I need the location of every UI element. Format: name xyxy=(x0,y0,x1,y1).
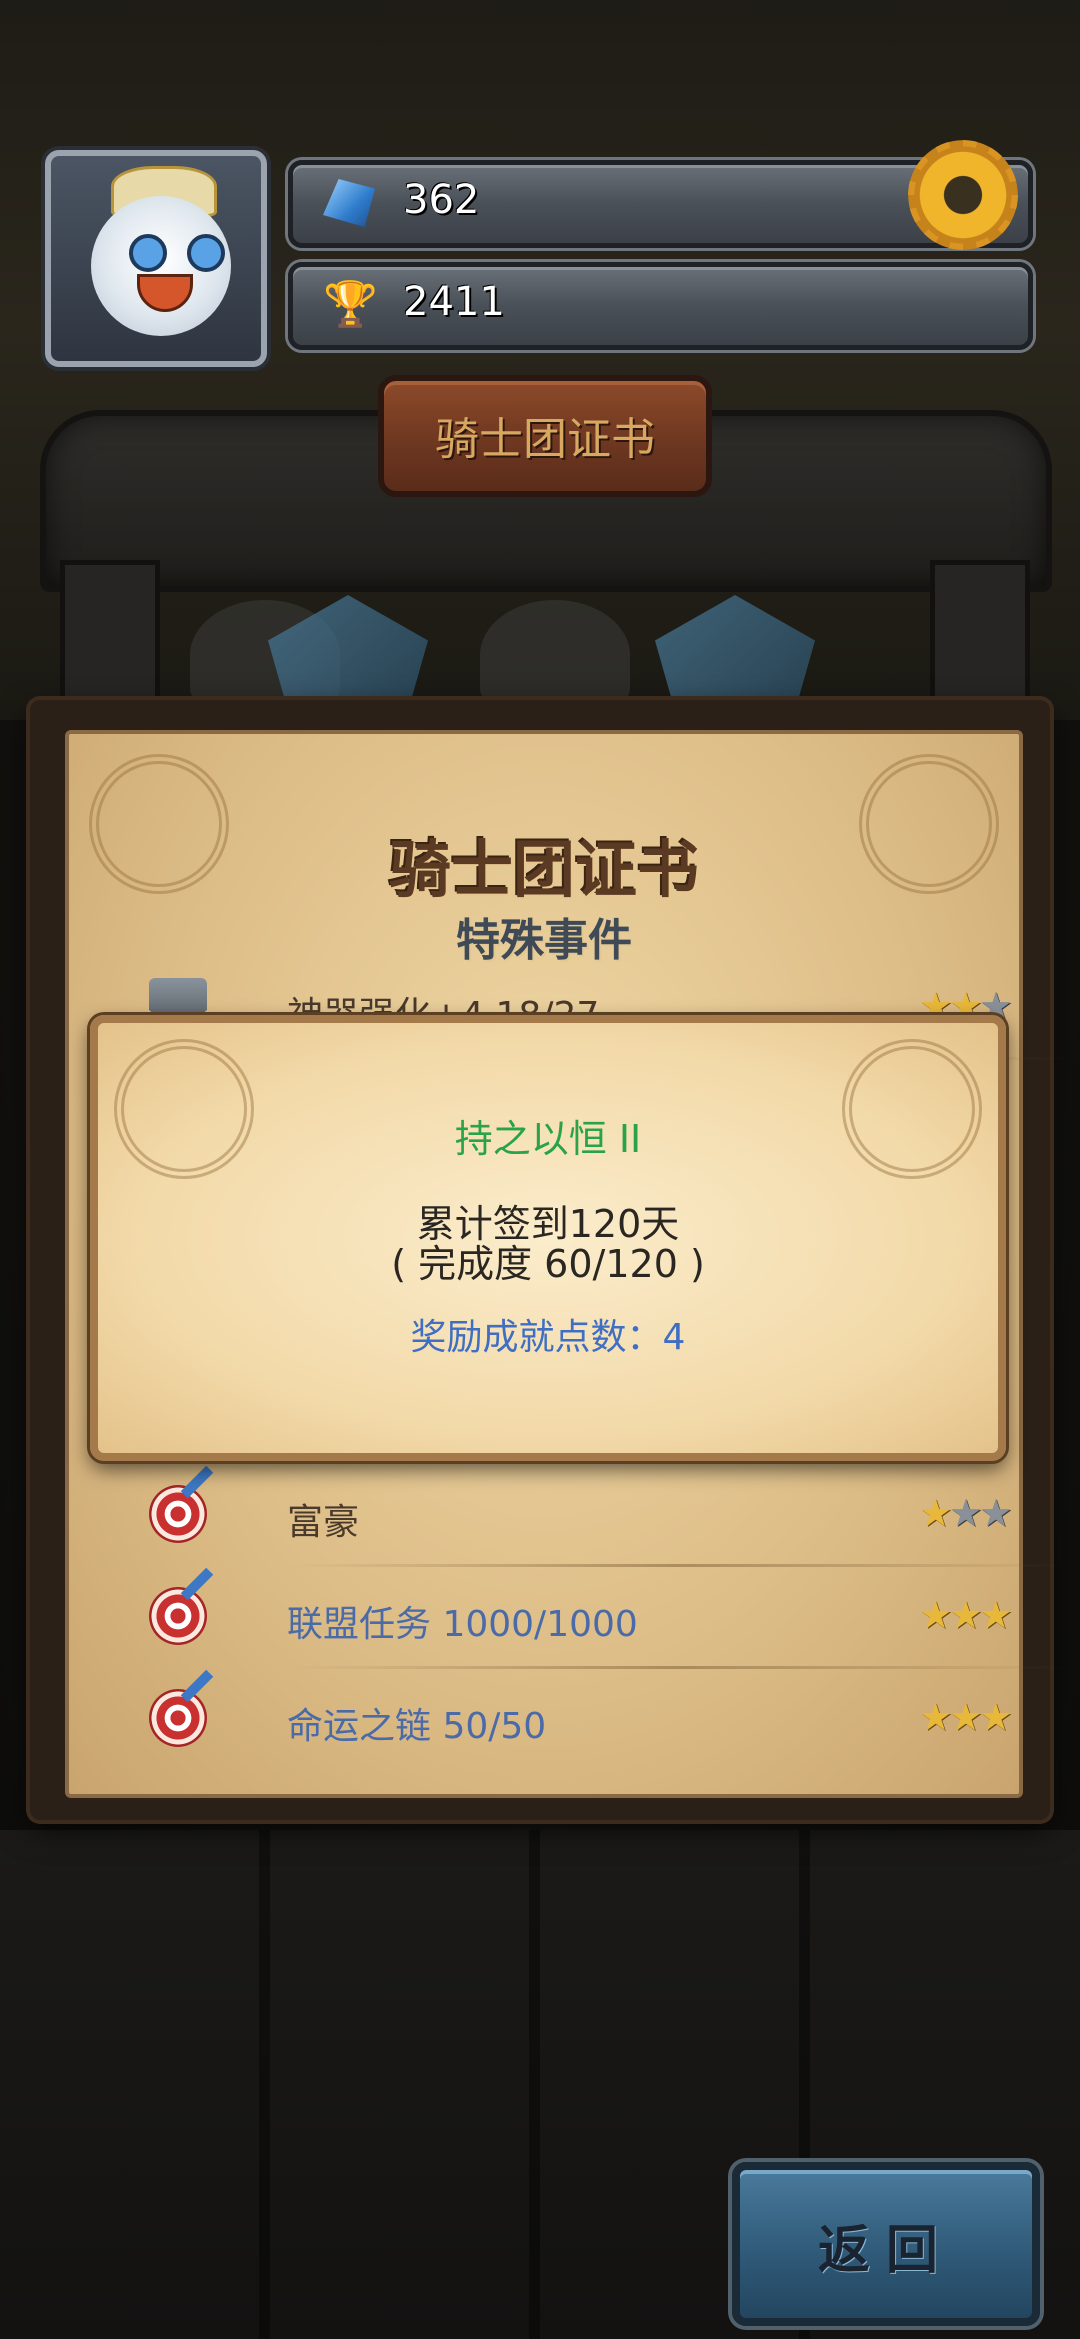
star-filled-icon: ★ xyxy=(918,1491,953,1535)
star-filled-icon: ★ xyxy=(978,1695,1013,1739)
row-divider xyxy=(289,1564,1069,1567)
star-filled-icon: ★ xyxy=(948,1593,983,1637)
achievement-reward: 奖励成就点数：4 xyxy=(410,1317,686,1358)
achievement-label: 联盟任务 1000/1000 xyxy=(287,1604,638,1645)
right-pillar-decoration xyxy=(930,560,1030,720)
avatar-eye-icon xyxy=(129,234,167,272)
gear-icon xyxy=(908,140,1018,250)
gem-count: 362 xyxy=(403,177,480,223)
settings-button[interactable] xyxy=(908,140,1018,250)
star-rating: ★★★ xyxy=(918,1491,1013,1535)
star-empty-icon: ★ xyxy=(978,1491,1013,1535)
back-button[interactable]: 返回 xyxy=(732,2162,1040,2326)
achievement-row[interactable]: 命运之链 50/50 ★★★ xyxy=(149,1669,1013,1771)
title-sign: 骑士团证书 xyxy=(378,375,712,497)
achievement-tooltip: 持之以恒 II 累计签到120天 ( 完成度 60/120 ) 奖励成就点数：4 xyxy=(90,1015,1006,1461)
achievement-label: 富豪 xyxy=(287,1502,360,1543)
left-pillar-decoration xyxy=(60,560,160,720)
row-divider xyxy=(289,1666,1069,1669)
back-button-label: 返回 xyxy=(817,2221,954,2281)
title-sign-label: 骑士团证书 xyxy=(435,414,655,465)
trophy-icon: 🏆 xyxy=(323,279,378,330)
achievement-label: 命运之链 50/50 xyxy=(287,1706,547,1747)
target-icon xyxy=(149,1465,214,1543)
trophy-silhouette-icon xyxy=(480,600,630,710)
star-filled-icon: ★ xyxy=(918,1593,953,1637)
star-filled-icon: ★ xyxy=(978,1593,1013,1637)
achievement-row[interactable]: 联盟任务 1000/1000 ★★★ xyxy=(149,1567,1069,1669)
achievement-row[interactable]: 富豪 ★★★ xyxy=(149,1465,1069,1567)
blue-gem-icon xyxy=(323,179,375,227)
panel-subtitle: 特殊事件 xyxy=(456,915,632,966)
trophy-count: 2411 xyxy=(403,279,505,325)
target-icon xyxy=(149,1567,214,1645)
star-rating: ★★★ xyxy=(918,1593,1013,1637)
star-filled-icon: ★ xyxy=(948,1695,983,1739)
target-icon xyxy=(149,1669,214,1747)
trophy-counter: 🏆 2411 xyxy=(288,262,1033,350)
star-filled-icon: ★ xyxy=(918,1695,953,1739)
achievement-name: 持之以恒 II xyxy=(454,1117,642,1161)
player-avatar[interactable] xyxy=(45,150,267,367)
star-rating: ★★★ xyxy=(918,1695,1013,1739)
star-empty-icon: ★ xyxy=(948,1491,983,1535)
avatar-eye-icon xyxy=(187,234,225,272)
achievement-progress: ( 完成度 60/120 ) xyxy=(391,1242,705,1286)
panel-title: 骑士团证书 xyxy=(388,833,699,906)
